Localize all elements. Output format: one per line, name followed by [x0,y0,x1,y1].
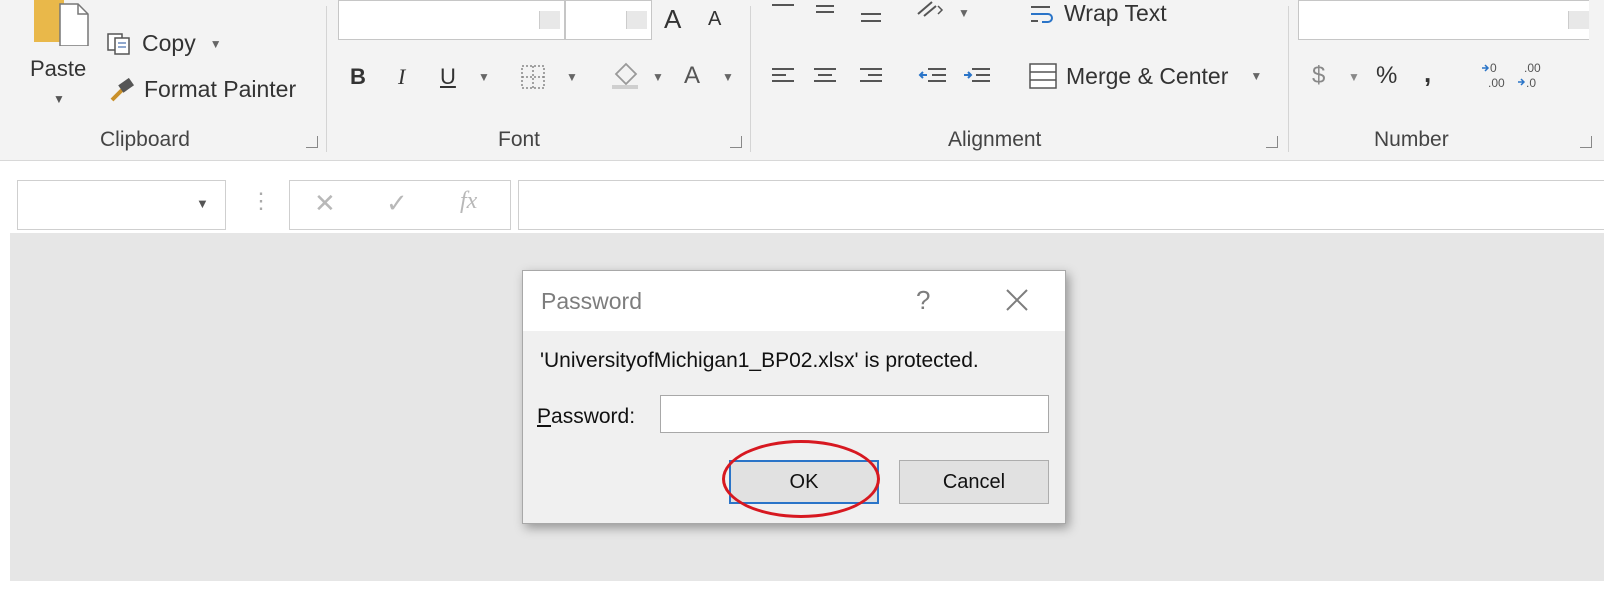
alignment-group-label: Alignment [948,128,1042,151]
number-group-label: Number [1374,128,1449,151]
format-painter-label: Format Painter [144,76,297,102]
font-group-label: Font [498,128,541,151]
underline-button[interactable]: U [440,64,456,90]
fill-color-dropdown-arrow[interactable]: ▼ [652,70,664,84]
paste-dropdown-arrow[interactable]: ▼ [53,92,65,106]
close-icon[interactable] [1004,287,1030,313]
password-label-text: assword: [551,405,636,428]
merge-center-label: Merge & Center [1066,62,1229,89]
clipboard-paste-icon[interactable] [34,0,90,46]
merge-center-dropdown-arrow[interactable]: ▼ [1250,69,1262,83]
cancel-entry-icon[interactable]: ✕ [314,188,336,219]
enter-entry-icon[interactable]: ✓ [386,188,408,219]
protected-message: 'UniversityofMichigan1_BP02.xlsx' is pro… [540,349,979,372]
copy-button[interactable]: Copy ▼ [106,30,222,57]
name-box[interactable] [17,180,226,230]
copy-label: Copy [142,30,196,56]
merge-center-icon [1029,63,1057,89]
increase-decimal-icon[interactable]: 0 .00 [1480,60,1510,92]
bottom-align-icon[interactable] [858,6,884,26]
align-left-icon[interactable] [770,66,796,86]
decrease-decimal-icon[interactable]: .00 .0 [1516,60,1546,92]
password-input[interactable] [660,395,1049,433]
grow-font-button[interactable]: A [664,4,681,35]
scissors-icon [104,0,132,10]
ribbon: Paste ▼ Copy ▼ Format Painter Clipboard … [0,0,1604,161]
group-divider [750,6,751,152]
increase-indent-icon[interactable] [962,66,992,86]
alignment-dialog-launcher-icon[interactable] [1266,136,1278,148]
bottom-edge [0,581,1604,594]
merge-center-button[interactable]: Merge & Center ▼ [1028,62,1262,90]
orientation-icon[interactable] [916,0,946,20]
borders-dropdown-arrow[interactable]: ▼ [566,70,578,84]
underline-dropdown-arrow[interactable]: ▼ [478,70,490,84]
align-right-icon[interactable] [858,66,884,86]
orientation-dropdown-arrow[interactable]: ▼ [958,6,970,20]
wrap-text-label: Wrap Text [1064,0,1167,26]
clipboard-dialog-launcher-icon[interactable] [306,136,318,148]
help-icon[interactable]: ? [916,285,930,316]
group-divider [1288,6,1289,152]
formula-bar-splitter[interactable]: ⋮ [250,188,272,214]
wrap-text-button[interactable]: Wrap Text [1028,0,1167,27]
insert-function-icon[interactable]: fx [460,188,477,215]
shrink-font-button[interactable]: A [708,8,721,31]
copy-dropdown-arrow[interactable]: ▼ [210,37,222,51]
password-label-accelerator: P [537,405,552,428]
copy-icon [107,32,130,55]
svg-text:0: 0 [1490,61,1497,75]
font-color-button[interactable]: A [684,62,700,90]
svg-text:.0: .0 [1526,76,1536,90]
wrap-text-icon [1031,5,1053,23]
svg-text:.00: .00 [1488,76,1505,90]
decrease-indent-icon[interactable] [918,66,948,86]
font-size-combo[interactable] [565,0,652,40]
fill-color-icon[interactable] [608,58,642,90]
ok-button-highlight-ring [722,440,880,518]
percent-style-button[interactable]: % [1376,62,1397,90]
clipboard-group-label: Clipboard [100,128,190,151]
top-align-icon[interactable] [770,2,796,22]
password-label: Password: [537,405,635,429]
cut-button[interactable] [104,0,140,10]
format-painter-button[interactable]: Format Painter [108,76,296,103]
borders-icon[interactable] [520,64,546,90]
formula-input[interactable] [518,180,1604,230]
paste-button-label[interactable]: Paste [30,56,86,82]
number-format-combo[interactable] [1298,0,1589,40]
font-dialog-launcher-icon[interactable] [730,136,742,148]
accounting-dropdown-arrow[interactable]: ▼ [1348,70,1360,84]
accounting-format-button[interactable]: $ [1312,62,1325,90]
font-name-dropdown-arrow[interactable] [539,11,560,29]
font-name-combo[interactable] [338,0,565,40]
bold-button[interactable]: B [350,64,366,90]
dialog-title: Password [541,288,642,314]
format-painter-icon [110,77,135,101]
svg-text:.00: .00 [1524,61,1541,75]
align-center-icon[interactable] [812,66,838,86]
middle-align-icon[interactable] [812,2,838,22]
group-divider [326,6,327,152]
font-color-dropdown-arrow[interactable]: ▼ [722,70,734,84]
italic-button[interactable]: I [398,64,405,90]
font-size-dropdown-arrow[interactable] [626,11,647,29]
number-dialog-launcher-icon[interactable] [1580,136,1592,148]
cancel-button[interactable]: Cancel [899,460,1049,504]
number-format-dropdown-arrow[interactable] [1568,11,1589,29]
name-box-dropdown-arrow[interactable]: ▼ [196,196,209,211]
comma-style-button[interactable]: , [1424,58,1431,89]
